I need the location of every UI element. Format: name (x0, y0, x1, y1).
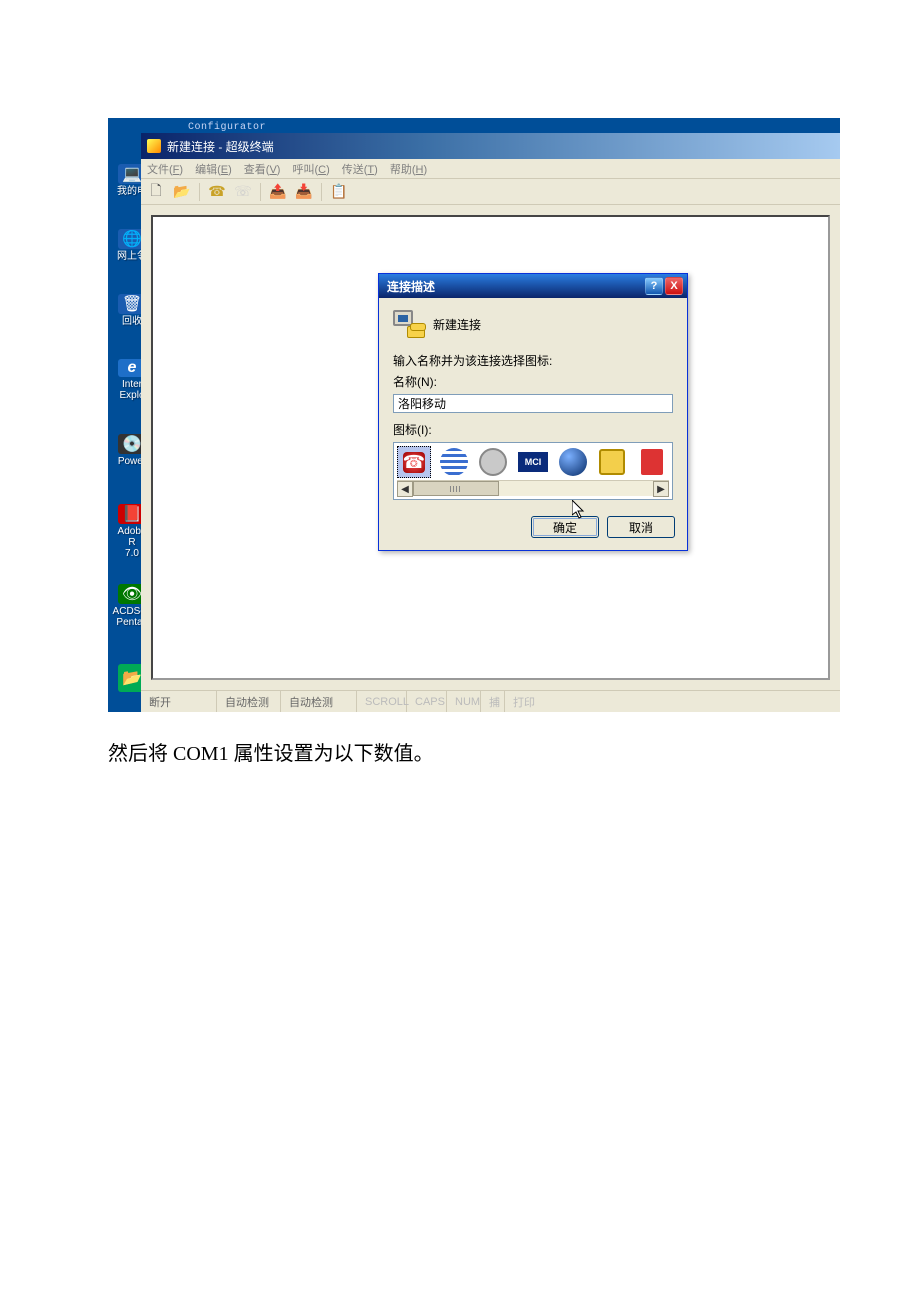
menu-edit[interactable]: 编辑(E) (195, 161, 232, 177)
toolbar-call[interactable]: ☎ (206, 181, 228, 203)
status-detect-1: 自动检测 (217, 691, 281, 712)
menu-call[interactable]: 呼叫(C) (292, 161, 329, 177)
status-num: NUM (447, 691, 481, 712)
scroll-thumb[interactable] (413, 481, 499, 496)
status-scroll: SCROLL (357, 691, 407, 712)
screenshot: Configurator 💻 我的电 🌐 网上邻 🗑 回收 e Inter Ex… (108, 118, 840, 712)
new-connection-icon (393, 310, 425, 338)
dialog-title: 连接描述 (387, 278, 435, 295)
conn-icon-1[interactable]: ☎ (397, 446, 431, 478)
conn-icon-5[interactable] (556, 446, 590, 478)
menu-view[interactable]: 查看(V) (244, 161, 281, 177)
toolbar-send[interactable]: 📤 (267, 181, 289, 203)
connection-description-dialog: 连接描述 ? X 新建连接 输入名称并为该连接选择图标: 名称(N): 图标(I… (378, 273, 688, 551)
icon-label: 图标(I): (393, 421, 673, 438)
cancel-button[interactable]: 取消 (607, 516, 675, 538)
menu-help[interactable]: 帮助(H) (390, 161, 427, 177)
app-icon (147, 139, 161, 153)
name-input[interactable] (393, 394, 673, 413)
status-connection: 断开 (141, 691, 217, 712)
document-caption: 然后将 COM1 属性设置为以下数值。 (108, 737, 920, 766)
conn-icon-6[interactable] (596, 446, 630, 478)
status-capture: 捕 (481, 691, 505, 712)
new-connection-label: 新建连接 (433, 316, 481, 333)
toolbar-receive[interactable]: 📥 (293, 181, 315, 203)
status-print: 打印 (505, 691, 545, 712)
scroll-left-icon[interactable]: ◀ (397, 481, 413, 497)
conn-icon-4[interactable]: MCI (516, 446, 550, 478)
title-bar[interactable]: 新建连接 - 超级终端 (141, 133, 840, 159)
desktop-top-text: Configurator (188, 123, 266, 133)
ok-button[interactable]: 确定 (531, 516, 599, 538)
toolbar-properties[interactable]: 📋 (328, 181, 350, 203)
conn-icon-2[interactable] (437, 446, 471, 478)
conn-icon-7[interactable] (635, 446, 669, 478)
window-title: 新建连接 - 超级终端 (167, 138, 274, 155)
status-detect-2: 自动检测 (281, 691, 357, 712)
scroll-right-icon[interactable]: ▶ (653, 481, 669, 497)
menu-transfer[interactable]: 传送(T) (342, 161, 378, 177)
toolbar-open[interactable]: 📂 (171, 181, 193, 203)
help-button[interactable]: ? (645, 277, 663, 295)
conn-icon-3[interactable] (476, 446, 510, 478)
status-caps: CAPS (407, 691, 447, 712)
menu-file[interactable]: 文件(F) (147, 161, 183, 177)
icon-picker: ☎ MCI ◀ ▶ (393, 442, 673, 500)
icon-scrollbar[interactable]: ◀ ▶ (397, 480, 669, 496)
toolbar-hangup[interactable]: ☏ (232, 181, 254, 203)
name-label: 名称(N): (393, 373, 673, 390)
dialog-prompt: 输入名称并为该连接选择图标: (393, 352, 673, 369)
toolbar-new[interactable]: 🗋 (145, 181, 167, 203)
toolbar: 🗋 📂 ☎ ☏ 📤 📥 📋 (141, 179, 840, 205)
close-button[interactable]: X (665, 277, 683, 295)
dialog-title-bar[interactable]: 连接描述 ? X (379, 274, 687, 298)
scroll-track[interactable] (413, 481, 653, 496)
status-bar: 断开 自动检测 自动检测 SCROLL CAPS NUM 捕 打印 (141, 690, 840, 712)
menu-bar: 文件(F) 编辑(E) 查看(V) 呼叫(C) 传送(T) 帮助(H) (141, 159, 840, 179)
